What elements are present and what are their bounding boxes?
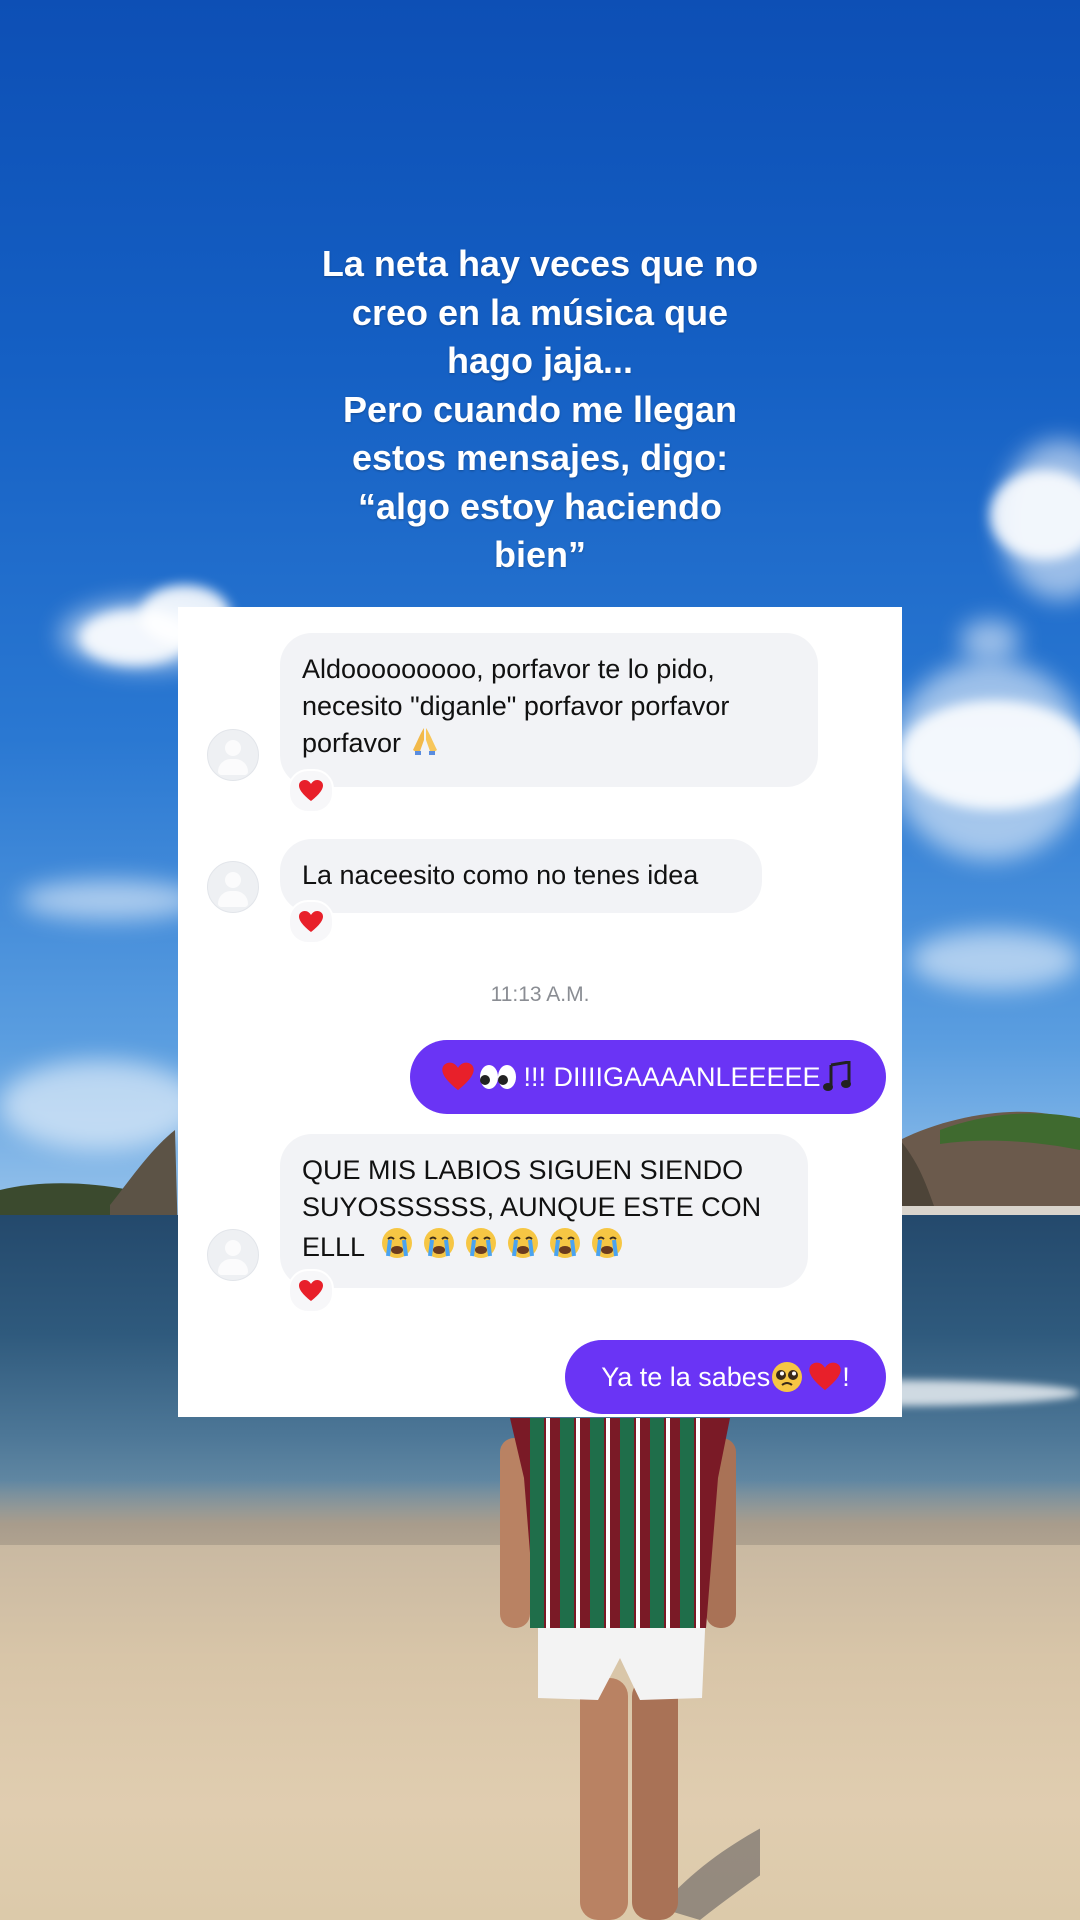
message-line: SUYOSSSSSS, AUNQUE ESTE CON [302,1192,762,1222]
red-heart-icon [299,911,323,932]
sender-avatar[interactable] [207,729,259,781]
caption-line: Pero cuando me llegan [342,388,738,430]
incoming-message-bubble[interactable]: Aldooooooooo, porfavor te lo pido, neces… [280,633,818,787]
cloud [910,930,1080,990]
caption-line: hago jaja... [446,340,634,381]
message-line: ELLL [302,1232,365,1262]
message-timestamp: 11:13 A.M. [490,983,590,1006]
message-line: porfavor [302,728,402,758]
cloud [960,620,1020,660]
outgoing-message-bubble[interactable]: Ya te la sabes ! [565,1340,886,1414]
musical-notes-icon [822,1061,851,1091]
outgoing-message-bubble[interactable]: !!! DIIIIGAAAANLEEEEE [410,1040,886,1114]
message-line: necesito "diganle" porfavor porfavor [302,691,730,721]
folded-hands-icon [412,728,437,755]
incoming-message-bubble[interactable]: La naceesito como no tenes idea [280,839,762,913]
sender-avatar[interactable] [207,861,259,913]
message-text: !!! DIIIIGAAAANLEEEEE [523,1061,821,1092]
red-heart-icon [809,1362,841,1391]
sender-avatar[interactable] [207,1229,259,1281]
eyes-icon [480,1065,517,1089]
pleading-face-icon [772,1362,803,1392]
reaction-badge[interactable] [288,1269,334,1313]
caption-line: bien” [493,534,586,575]
message-suffix: ! [842,1361,850,1392]
loudly-crying-face-icon [591,1228,622,1258]
caption: La neta hay veces que no creo en la músi… [240,240,840,580]
message-line: QUE MIS LABIOS SIGUEN SIENDO [302,1155,744,1185]
loudly-crying-face-icon [549,1228,580,1258]
message-line: La naceesito como no tenes idea [302,860,699,890]
caption-line: “algo estoy haciendo [357,485,723,527]
reaction-badge[interactable] [288,769,334,813]
person-walking [500,1418,760,1920]
loudly-crying-face-icon [381,1228,412,1258]
reaction-badge[interactable] [288,900,334,944]
red-heart-icon [299,1280,323,1301]
caption-line: estos mensajes, digo: [351,437,729,478]
red-heart-icon [299,780,323,801]
loudly-crying-face-icon [423,1228,454,1258]
cloud [20,880,200,920]
cloud [890,660,1080,860]
red-heart-icon [442,1062,475,1091]
message-text: Ya te la sabes [601,1361,771,1392]
loudly-crying-face-icon [507,1228,538,1258]
chat-screenshot: Aldooooooooo, porfavor te lo pido, neces… [178,607,902,1417]
incoming-message-bubble[interactable]: QUE MIS LABIOS SIGUEN SIENDO SUYOSSSSSS,… [280,1134,808,1288]
caption-line: La neta hay veces que no [321,243,759,284]
crying-emoji-row [372,1228,624,1262]
loudly-crying-face-icon [465,1228,496,1258]
caption-line: creo en la música que [351,291,729,333]
message-line: Aldooooooooo, porfavor te lo pido, [302,654,715,684]
